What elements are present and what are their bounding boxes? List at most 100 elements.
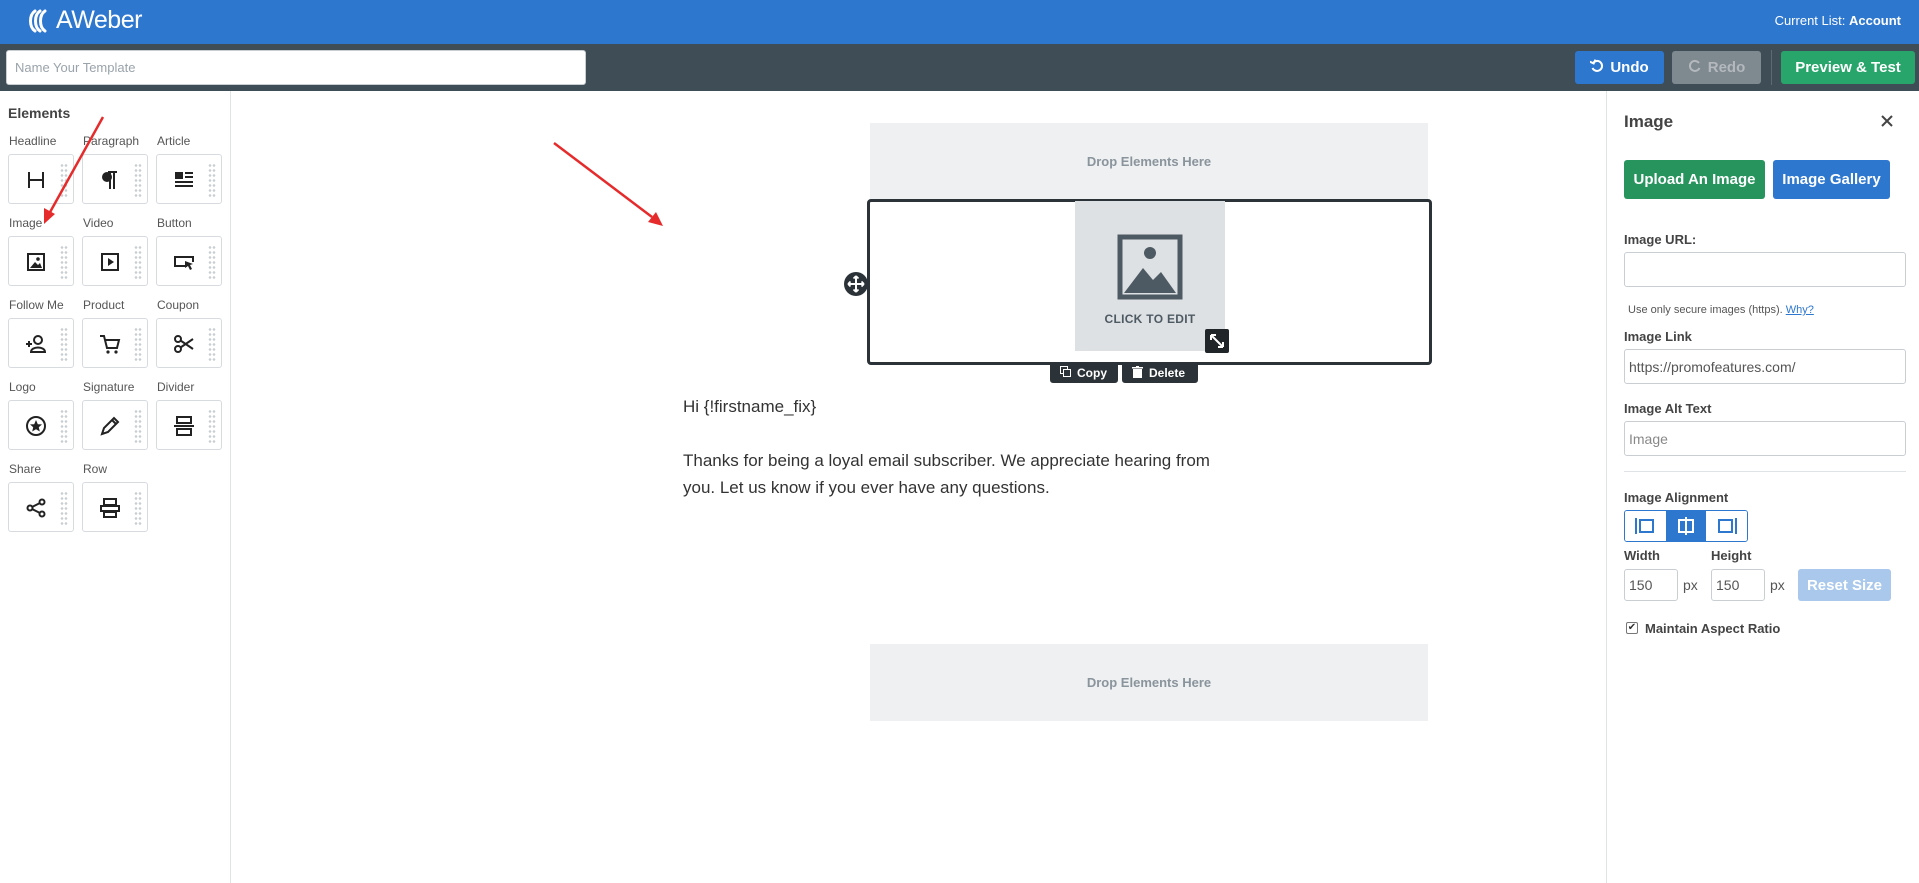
element-label-coupon: Coupon (157, 298, 200, 312)
scissors-icon (171, 331, 197, 357)
editor-toolbar: Undo Redo Preview & Test (0, 44, 1919, 91)
align-left-button[interactable] (1625, 511, 1666, 541)
image-link-input[interactable]: https://promofeatures.com/ (1624, 349, 1906, 384)
close-icon[interactable] (1881, 111, 1893, 132)
element-tile-row[interactable] (82, 482, 148, 532)
redo-button[interactable]: Redo (1672, 51, 1761, 84)
why-link[interactable]: Why? (1786, 304, 1814, 316)
element-label-video: Video (83, 216, 114, 230)
element-label-divider: Divider (157, 380, 195, 394)
current-list[interactable]: Current List: Account (1775, 13, 1901, 28)
element-label-share: Share (9, 462, 42, 476)
headline-icon (23, 167, 49, 193)
panel-title: Image (1624, 112, 1674, 131)
image-link-label: Image Link (1624, 329, 1692, 344)
align-right-button[interactable] (1706, 511, 1747, 541)
element-tile-headline[interactable] (8, 154, 74, 204)
alignment-control (1624, 510, 1748, 542)
drag-grip-icon[interactable] (208, 163, 216, 197)
reset-size-button[interactable]: Reset Size (1798, 569, 1891, 601)
template-name-input[interactable] (6, 50, 586, 85)
video-icon (97, 249, 123, 275)
element-label-article: Article (157, 134, 191, 148)
resize-icon[interactable] (1205, 329, 1229, 353)
align-center-button[interactable] (1665, 511, 1707, 541)
dropzone-bottom[interactable]: Drop Elements Here (870, 644, 1428, 721)
dropzone-top[interactable]: Drop Elements Here (870, 123, 1428, 200)
drag-grip-icon[interactable] (208, 327, 216, 361)
element-label-logo: Logo (9, 380, 36, 394)
drag-grip-icon[interactable] (134, 245, 142, 279)
upload-image-button[interactable]: Upload An Image (1624, 160, 1765, 199)
drag-grip-icon[interactable] (60, 409, 68, 443)
height-label: Height (1711, 548, 1752, 563)
element-label-row: Row (83, 462, 108, 476)
element-tile-share[interactable] (8, 482, 74, 532)
delete-block-button[interactable]: Delete (1122, 363, 1198, 383)
height-input[interactable]: 150 (1711, 569, 1765, 601)
brand-name: AWeber (56, 6, 142, 34)
copy-label: Copy (1077, 366, 1107, 380)
toolbar-divider (1771, 50, 1772, 85)
cart-icon (97, 331, 123, 357)
element-tile-article[interactable] (156, 154, 222, 204)
aspect-ratio-checkbox[interactable]: ✔ (1626, 622, 1638, 634)
aweber-logo[interactable]: AWeber (26, 6, 142, 35)
image-block-selected[interactable]: CLICK TO EDIT (867, 199, 1432, 365)
element-tile-image[interactable] (8, 236, 74, 286)
text-block[interactable]: Hi {!firstname_fix} Thanks for being a l… (683, 393, 1243, 528)
drag-grip-icon[interactable] (60, 163, 68, 197)
undo-label: Undo (1610, 59, 1649, 76)
current-list-label: Current List: (1774, 13, 1846, 28)
row-icon (97, 495, 123, 521)
greeting-text: Hi {!firstname_fix} (683, 397, 817, 416)
current-list-value[interactable]: Account (1849, 13, 1901, 28)
divider-icon (171, 413, 197, 439)
element-label-button: Button (157, 216, 192, 230)
undo-icon (1589, 58, 1604, 77)
drag-grip-icon[interactable] (60, 245, 68, 279)
width-input[interactable]: 150 (1624, 569, 1678, 601)
follow-me-icon (23, 331, 49, 357)
element-tile-coupon[interactable] (156, 318, 222, 368)
element-tile-video[interactable] (82, 236, 148, 286)
image-gallery-button[interactable]: Image Gallery (1773, 160, 1890, 199)
top-bar: AWeber Current List: Account (0, 0, 1919, 44)
image-placeholder[interactable]: CLICK TO EDIT (1075, 201, 1225, 351)
element-tile-divider[interactable] (156, 400, 222, 450)
image-url-input[interactable] (1624, 252, 1906, 287)
drag-grip-icon[interactable] (134, 409, 142, 443)
image-alignment-label: Image Alignment (1624, 490, 1729, 505)
element-tile-logo[interactable] (8, 400, 74, 450)
drag-grip-icon[interactable] (134, 491, 142, 525)
element-tile-product[interactable] (82, 318, 148, 368)
preview-test-button[interactable]: Preview & Test (1781, 51, 1915, 84)
drag-grip-icon[interactable] (60, 491, 68, 525)
drag-grip-icon[interactable] (60, 327, 68, 361)
image-alt-input[interactable]: Image (1624, 421, 1906, 456)
element-label-signature: Signature (83, 380, 135, 394)
element-label-paragraph: Paragraph (83, 134, 140, 148)
drag-grip-icon[interactable] (134, 327, 142, 361)
redo-icon (1688, 59, 1702, 77)
undo-button[interactable]: Undo (1575, 51, 1664, 84)
element-tile-button[interactable] (156, 236, 222, 286)
drag-grip-icon[interactable] (134, 163, 142, 197)
button-icon (171, 249, 197, 275)
paragraph-icon (97, 167, 123, 193)
aweber-logo-mark-icon (26, 8, 52, 34)
image-url-label: Image URL: (1624, 232, 1697, 247)
redo-label: Redo (1707, 59, 1746, 76)
element-label-follow-me: Follow Me (9, 298, 64, 312)
drag-grip-icon[interactable] (208, 245, 216, 279)
copy-block-button[interactable]: Copy (1050, 363, 1118, 383)
image-properties-panel: Image Upload An Image Image Gallery Imag… (1606, 91, 1919, 883)
element-tile-signature[interactable] (82, 400, 148, 450)
width-unit: px (1683, 577, 1698, 593)
element-tile-follow-me[interactable] (8, 318, 74, 368)
drag-grip-icon[interactable] (208, 409, 216, 443)
elements-title: Elements (8, 105, 71, 121)
element-tile-paragraph[interactable] (82, 154, 148, 204)
move-icon[interactable] (844, 272, 868, 296)
pen-icon (97, 413, 123, 439)
